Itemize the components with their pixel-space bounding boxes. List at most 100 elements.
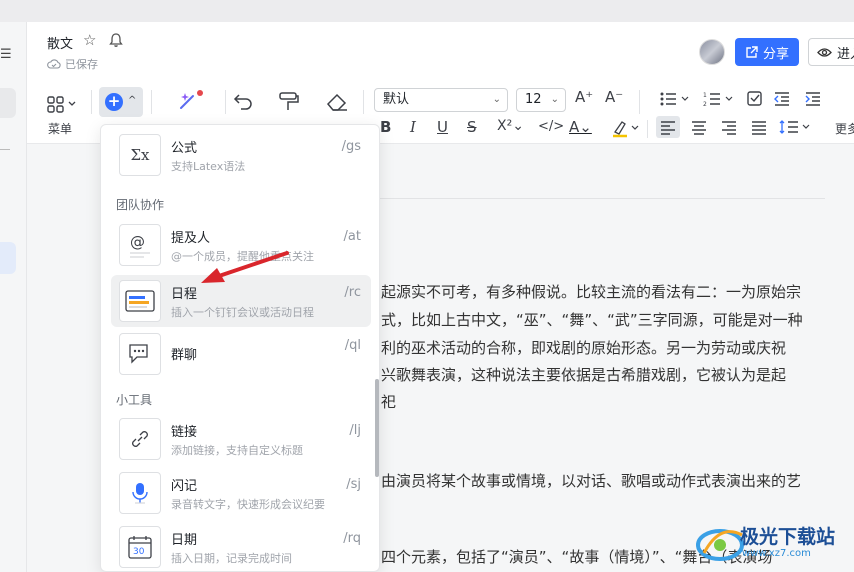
highlight-icon[interactable]: [611, 118, 643, 138]
decrease-font-icon[interactable]: A⁻: [605, 88, 623, 106]
toolbar-divider: [225, 90, 226, 114]
justify-icon[interactable]: [747, 116, 771, 138]
align-left-button[interactable]: [656, 116, 680, 138]
share-label: 分享: [762, 46, 789, 62]
superscript-icon[interactable]: X²⌄: [497, 118, 524, 134]
item-shortcut: /rc: [344, 285, 361, 300]
indent-icon[interactable]: [804, 90, 822, 108]
format-painter-icon[interactable]: [277, 90, 301, 112]
window-top-strip: [0, 0, 854, 22]
underline-icon[interactable]: U: [437, 118, 448, 136]
align-center-icon[interactable]: [687, 116, 711, 138]
watermark-url: www.xz7.com: [742, 548, 811, 559]
paragraph-line[interactable]: 式，比如上古中文，“巫”、“舞”、“武”三字同源，可能是对一种: [381, 309, 803, 330]
mention-icon: @: [119, 224, 161, 266]
chevron-up-icon: ^: [128, 95, 137, 106]
toolbar-divider: [151, 90, 152, 114]
enter-button[interactable]: 进入: [808, 38, 854, 66]
bold-icon[interactable]: B: [380, 118, 391, 136]
star-icon[interactable]: ☆: [83, 31, 96, 49]
grid-menu-icon: [47, 96, 76, 113]
code-icon[interactable]: </>: [538, 119, 564, 134]
item-desc: 添加链接，支持自定义标题: [171, 444, 303, 457]
doc-title[interactable]: 散文: [47, 33, 73, 52]
left-rail: ☰: [0, 22, 27, 572]
share-icon: [746, 45, 758, 58]
strikethrough-icon[interactable]: S: [467, 118, 477, 136]
item-shortcut: /at: [343, 229, 361, 244]
toolbar-divider: [639, 90, 640, 114]
rail-item[interactable]: [0, 88, 16, 118]
font-family-select[interactable]: 默认 ⌄: [374, 88, 508, 112]
insert-button[interactable]: + ^: [99, 87, 143, 117]
paragraph-line[interactable]: 利的巫术活动的合称，即戏剧的原始形态。另一为劳动或庆祝: [381, 337, 786, 358]
avatar[interactable]: [699, 39, 725, 65]
item-name: 日期: [171, 533, 198, 548]
watermark-title: 极光下载站: [740, 526, 836, 548]
font-color-icon[interactable]: A⌄: [569, 118, 592, 136]
rail-active-item[interactable]: [0, 242, 16, 274]
save-status-text: 已保存: [65, 58, 98, 71]
bullet-list-icon[interactable]: [659, 90, 693, 108]
line-spacing-icon[interactable]: [777, 116, 813, 138]
formula-icon: Σx: [119, 134, 161, 176]
insert-item-formula[interactable]: Σx 公式 支持Latex语法 /gs: [111, 129, 371, 181]
numbered-list-icon[interactable]: 1 2: [703, 90, 737, 108]
outdent-icon[interactable]: [773, 90, 791, 108]
align-left-icon: [661, 121, 675, 135]
menu-label: 菜单: [48, 122, 73, 136]
paragraph-line[interactable]: 兴歌舞表演，这种说法主要依据是古希腊戏剧，它被认为是起: [381, 364, 786, 385]
item-name: 提及人: [171, 231, 211, 246]
item-shortcut: /gs: [341, 139, 361, 154]
flash-note-icon: [119, 472, 161, 514]
eye-icon: [817, 47, 832, 57]
item-shortcut: /rq: [343, 531, 361, 546]
panel-scrollbar[interactable]: [375, 379, 379, 477]
item-name: 群聊: [171, 348, 198, 363]
share-button[interactable]: 分享: [735, 38, 799, 66]
date-icon: 30: [119, 526, 161, 568]
paragraph-line[interactable]: 由演员将某个故事或情境，以对话、歌唱或动作式表演出来的艺: [381, 470, 801, 491]
insert-dropdown-panel: Σx 公式 支持Latex语法 /gs 团队协作 @ 提及人 @一个成员，提醒他…: [100, 124, 380, 572]
plus-icon: +: [105, 93, 123, 111]
paragraph-line[interactable]: 起源实不可考，有多种假说。比较主流的看法有二：一为原始宗: [381, 281, 801, 302]
item-desc: 录音转文字，快速形成会议纪要: [171, 498, 325, 511]
paragraph-line[interactable]: 祀: [381, 391, 396, 412]
item-desc: 插入日期，记录完成时间: [171, 552, 292, 565]
item-name: 链接: [171, 425, 198, 440]
undo-icon[interactable]: [232, 90, 256, 112]
insert-item-date[interactable]: 30 日期 插入日期，记录完成时间 /rq: [111, 521, 371, 571]
insert-item-flash-note[interactable]: 闪记 录音转文字，快速形成会议纪要 /sj: [111, 467, 371, 519]
align-right-icon[interactable]: [717, 116, 741, 138]
item-name: 公式: [171, 141, 198, 156]
font-size-select[interactable]: 12 ⌄: [516, 88, 566, 112]
cloud-check-icon: [47, 59, 61, 69]
ai-magic-wand-icon[interactable]: [175, 88, 205, 114]
insert-item-link[interactable]: 链接 添加链接，支持自定义标题 /lj: [111, 413, 371, 465]
italic-icon[interactable]: I: [410, 118, 416, 136]
chevron-down-icon: ⌄: [492, 94, 501, 105]
rail-divider: [0, 149, 10, 150]
heading-divider: [350, 198, 825, 199]
insert-item-group-chat[interactable]: 群聊 /ql: [111, 328, 371, 380]
svg-text:2: 2: [703, 101, 707, 108]
group-chat-icon: [119, 333, 161, 375]
sidebar-toggle-icon[interactable]: ☰: [0, 47, 12, 62]
toolbar-divider: [647, 120, 648, 138]
bell-icon[interactable]: [108, 32, 124, 48]
toolbar-divider: [91, 90, 92, 114]
svg-text:30: 30: [133, 547, 145, 557]
chevron-down-icon: ⌄: [550, 94, 559, 105]
toolbar-divider: [363, 90, 364, 114]
item-shortcut: /lj: [349, 423, 361, 438]
eraser-icon[interactable]: [324, 90, 350, 112]
font-size-value: 12: [525, 92, 542, 107]
more-button[interactable]: 更多: [835, 120, 854, 137]
checkbox-list-icon[interactable]: [746, 90, 764, 108]
schedule-icon: [119, 280, 161, 322]
increase-font-icon[interactable]: A⁺: [575, 88, 593, 106]
section-title-team: 团队协作: [116, 198, 165, 212]
link-icon: [119, 418, 161, 460]
item-shortcut: /sj: [346, 477, 361, 492]
section-title-tools: 小工具: [116, 393, 153, 407]
